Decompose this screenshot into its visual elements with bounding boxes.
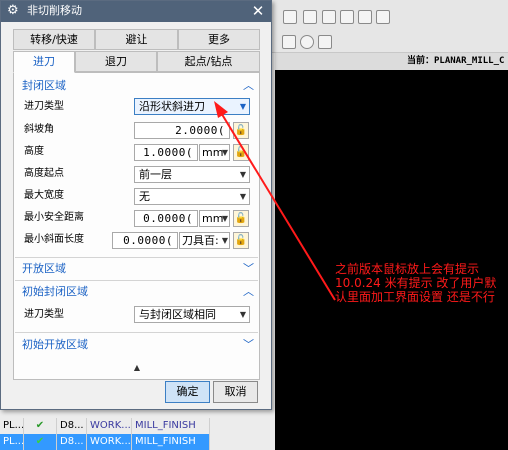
annotation-text: 之前版本鼠标放上会有提示 10.0.24 米有提示 改了用户默认里面加工界面设置… [335,262,497,304]
annotation-arrow [214,101,336,301]
